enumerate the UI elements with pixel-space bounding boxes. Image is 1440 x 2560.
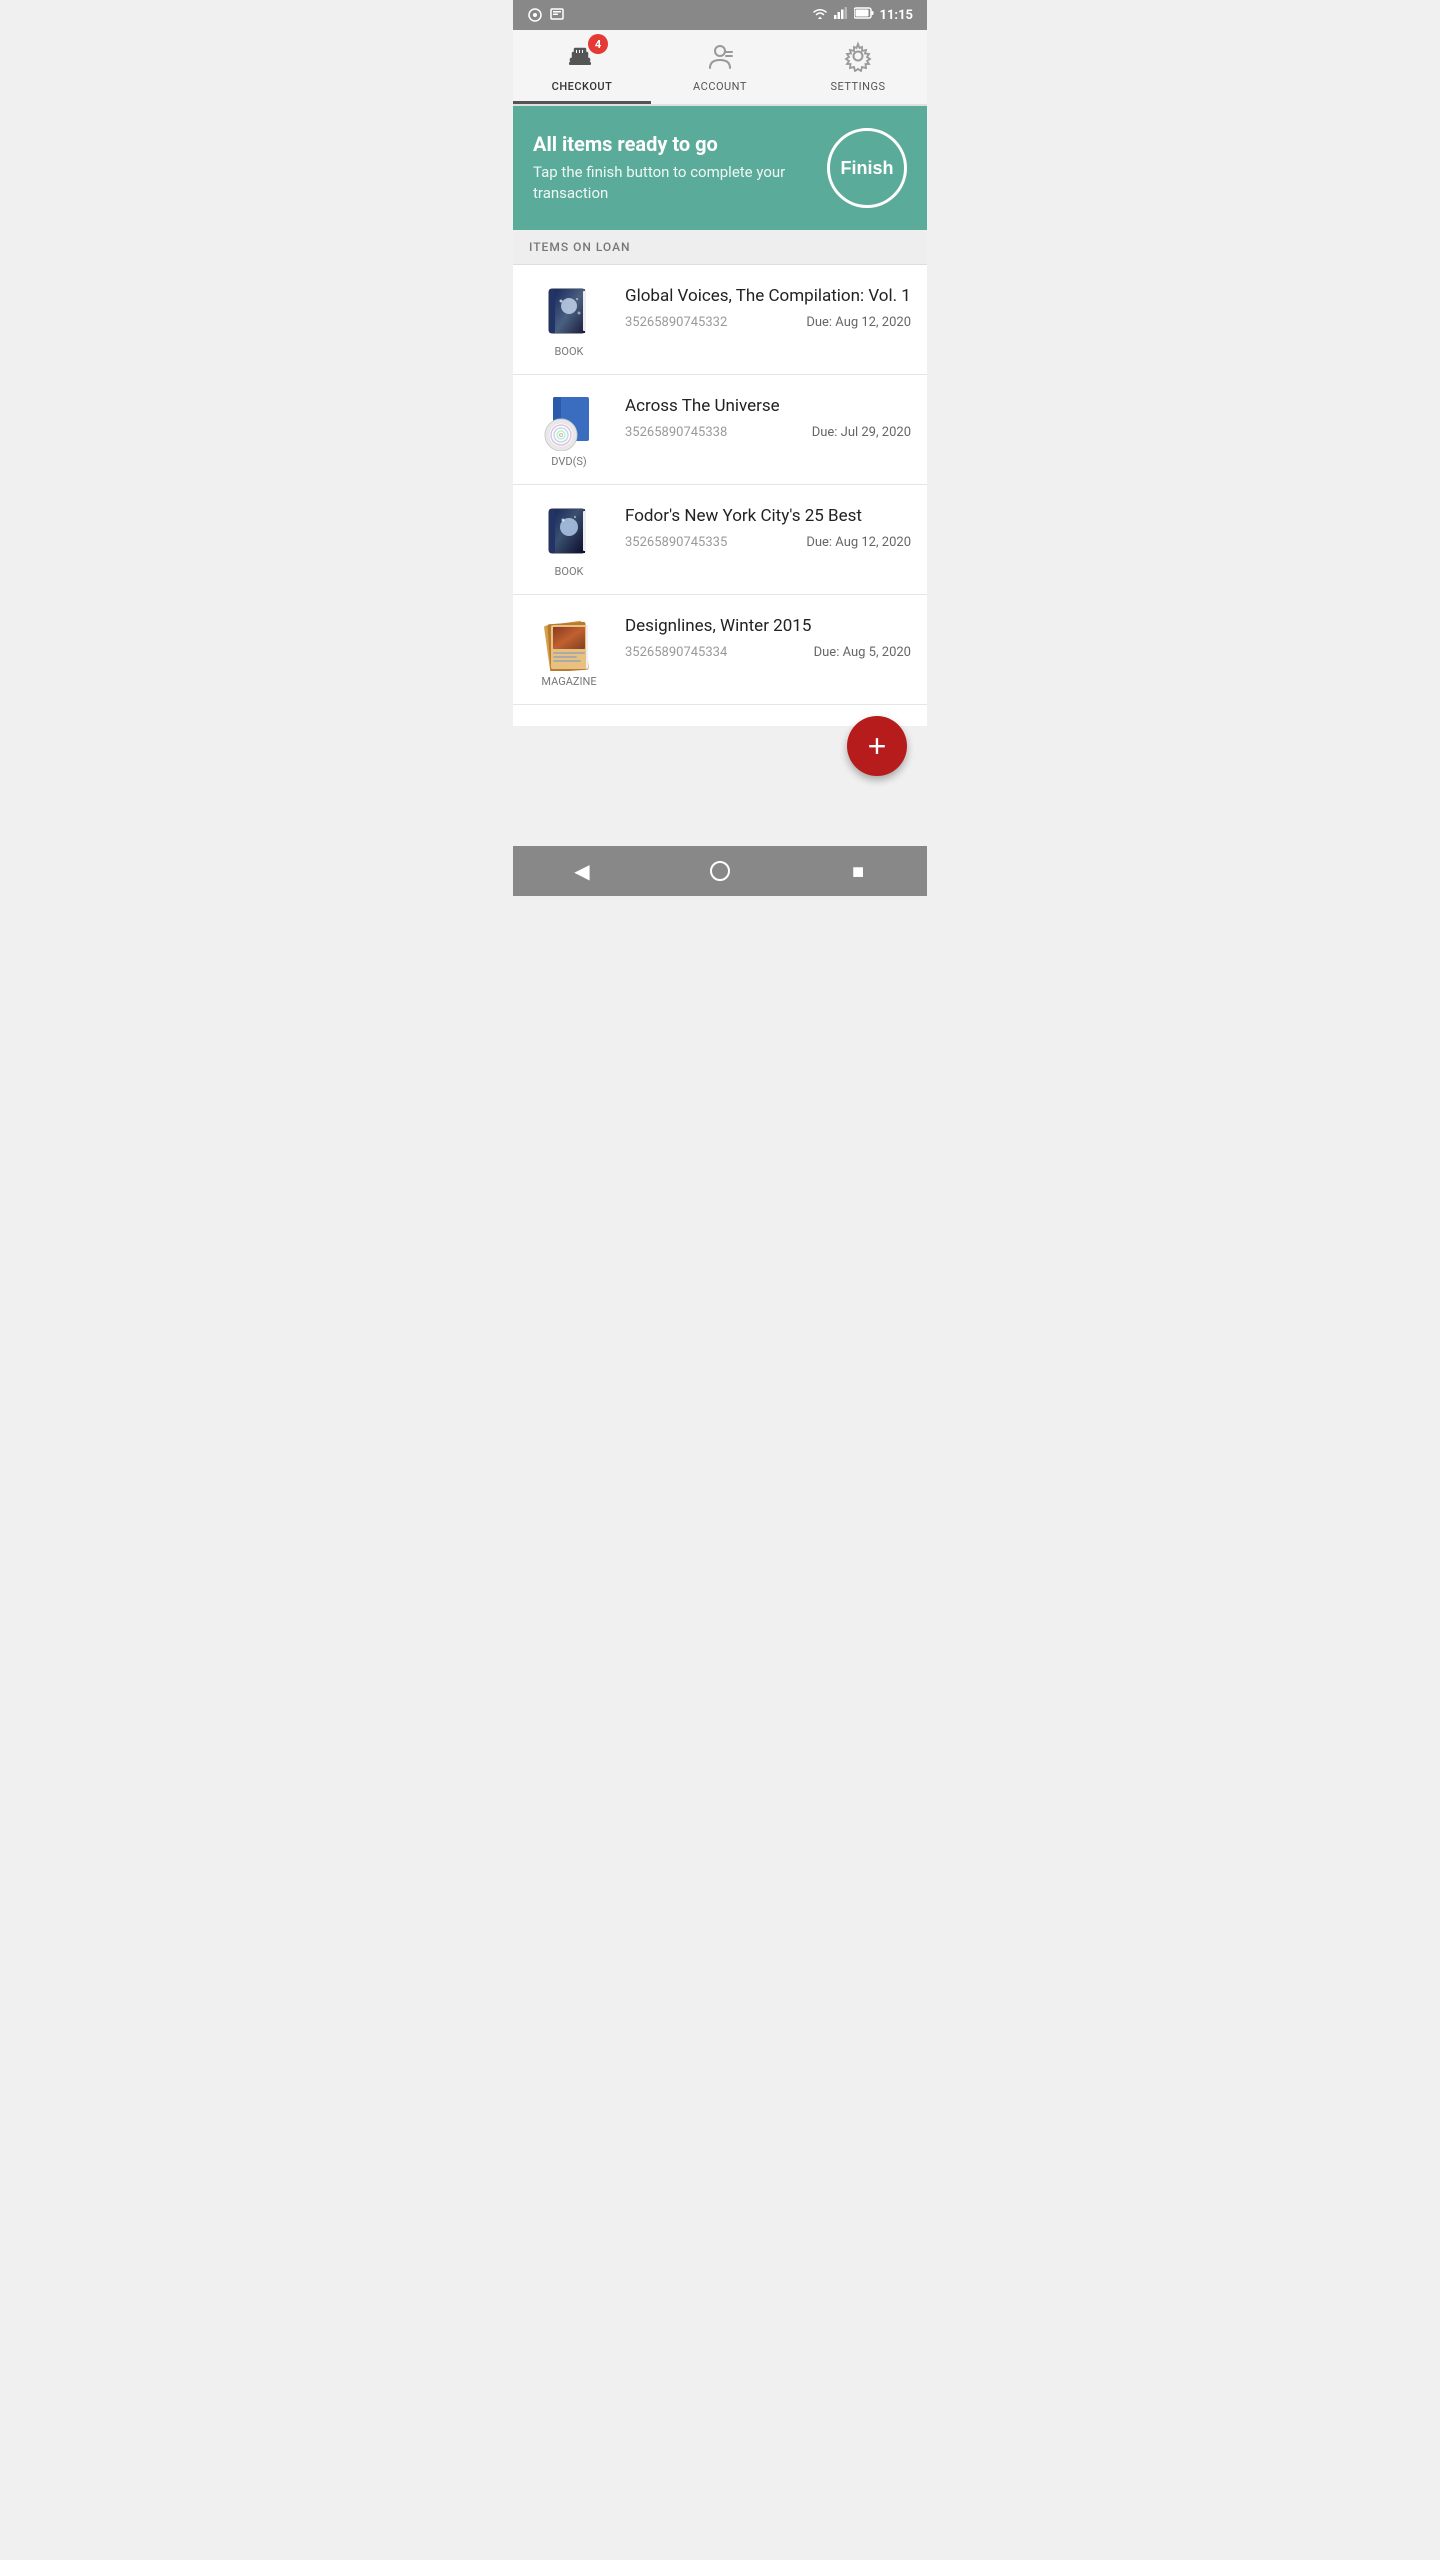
item-meta-4: 35265890745334 Due: Aug 5, 2020	[625, 645, 911, 660]
item-details-2: Across The Universe 35265890745338 Due: …	[625, 391, 911, 440]
loan-item-list: BOOK Global Voices, The Compilation: Vol…	[513, 265, 927, 726]
account-tab-label: ACCOUNT	[693, 80, 747, 93]
item-due-1: Due: Aug 12, 2020	[806, 315, 911, 330]
checkout-tab-label: CHECKOUT	[552, 80, 613, 93]
item-type-label-1: BOOK	[555, 345, 584, 358]
tab-bar: 4 CHECKOUT ACCOUNT	[513, 30, 927, 106]
settings-tab-label: SETTINGS	[831, 80, 886, 93]
item-meta-3: 35265890745335 Due: Aug 12, 2020	[625, 535, 911, 550]
book-icon-1	[539, 281, 599, 341]
item-title-1: Global Voices, The Compilation: Vol. 1	[625, 285, 911, 307]
banner-subtitle: Tap the finish button to complete your t…	[533, 162, 811, 204]
tab-account[interactable]: ACCOUNT	[651, 30, 789, 104]
item-due-3: Due: Aug 12, 2020	[806, 535, 911, 550]
item-due-2: Due: Jul 29, 2020	[812, 425, 911, 440]
dvd-icon-2	[539, 391, 599, 451]
item-meta-2: 35265890745338 Due: Jul 29, 2020	[625, 425, 911, 440]
item-title-4: Designlines, Winter 2015	[625, 615, 911, 637]
account-icon	[704, 57, 736, 76]
recent-button[interactable]: ■	[838, 851, 878, 891]
notification-icon	[549, 7, 565, 23]
tab-settings[interactable]: SETTINGS	[789, 30, 927, 104]
item-title-2: Across The Universe	[625, 395, 911, 417]
time-display: 11:15	[880, 8, 914, 23]
loan-item: BOOK Fodor's New York City's 25 Best 352…	[513, 485, 927, 595]
settings-icon	[842, 57, 874, 76]
bottom-navigation: ◀ ■	[513, 846, 927, 896]
item-thumb-1: BOOK	[529, 281, 609, 358]
status-icons-left	[527, 7, 565, 23]
status-bar: 11:15	[513, 0, 927, 30]
account-tab-icon-wrap	[704, 40, 736, 76]
item-barcode-1: 35265890745332	[625, 315, 727, 330]
items-on-loan-header: ITEMS ON LOAN	[513, 230, 927, 265]
loan-item: BOOK Global Voices, The Compilation: Vol…	[513, 265, 927, 375]
back-button[interactable]: ◀	[562, 851, 602, 891]
wifi-icon	[812, 7, 828, 23]
item-thumb-3: BOOK	[529, 501, 609, 578]
item-details-3: Fodor's New York City's 25 Best 35265890…	[625, 501, 911, 550]
fab-area: +	[513, 726, 927, 846]
item-meta-1: 35265890745332 Due: Aug 12, 2020	[625, 315, 911, 330]
item-barcode-3: 35265890745335	[625, 535, 727, 550]
item-due-4: Due: Aug 5, 2020	[814, 645, 911, 660]
ready-banner: All items ready to go Tap the finish but…	[513, 106, 927, 230]
item-details-1: Global Voices, The Compilation: Vol. 1 3…	[625, 281, 911, 330]
finish-button[interactable]: Finish	[827, 128, 907, 208]
item-title-3: Fodor's New York City's 25 Best	[625, 505, 911, 527]
sim-icon	[527, 7, 543, 23]
item-details-4: Designlines, Winter 2015 35265890745334 …	[625, 611, 911, 660]
book-icon-3	[539, 501, 599, 561]
checkout-badge: 4	[588, 34, 608, 54]
item-barcode-2: 35265890745338	[625, 425, 727, 440]
loan-item: MAGAZINE Designlines, Winter 2015 352658…	[513, 595, 927, 705]
status-icons-right: 11:15	[812, 7, 914, 23]
banner-title: All items ready to go	[533, 132, 811, 156]
banner-text-area: All items ready to go Tap the finish but…	[533, 132, 811, 204]
item-thumb-2: DVD(s)	[529, 391, 609, 468]
home-button[interactable]	[700, 851, 740, 891]
tab-checkout[interactable]: 4 CHECKOUT	[513, 30, 651, 104]
checkout-icon	[566, 57, 598, 76]
loan-item: DVD(s) Across The Universe 3526589074533…	[513, 375, 927, 485]
add-item-fab[interactable]: +	[847, 716, 907, 776]
battery-icon	[854, 7, 874, 23]
magazine-icon-4	[539, 611, 599, 671]
signal-icon	[834, 7, 848, 23]
settings-tab-icon-wrap	[842, 40, 874, 76]
item-thumb-4: MAGAZINE	[529, 611, 609, 688]
checkout-tab-icon-wrap: 4	[566, 40, 598, 76]
item-type-label-3: BOOK	[555, 565, 584, 578]
item-barcode-4: 35265890745334	[625, 645, 727, 660]
item-type-label-2: DVD(s)	[551, 455, 586, 468]
item-type-label-4: MAGAZINE	[541, 675, 596, 688]
